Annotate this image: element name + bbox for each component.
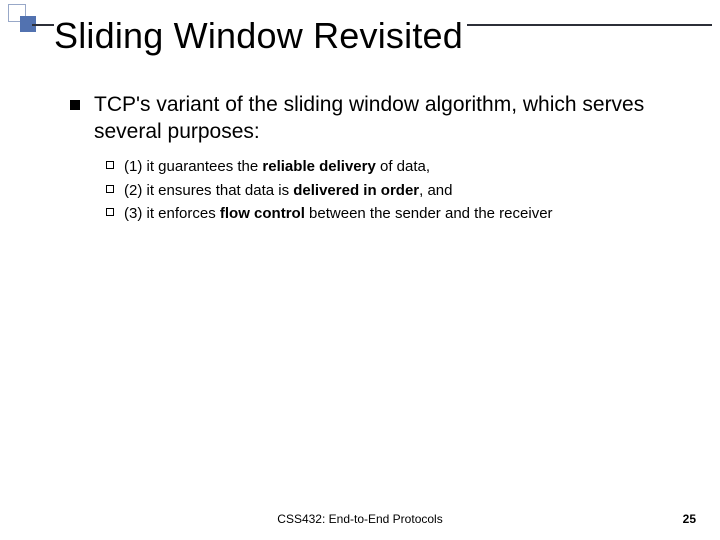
item-1: (1) it guarantees the reliable delivery … <box>124 156 680 178</box>
bullet-level1: TCP's variant of the sliding window algo… <box>70 92 680 146</box>
footer-text: CSS432: End-to-End Protocols <box>0 512 720 526</box>
item-3-post: between the sender and the receiver <box>305 205 553 222</box>
bullet-level2: (2) it ensures that data is delivered in… <box>106 180 680 202</box>
sub-bullets: (1) it guarantees the reliable delivery … <box>106 156 680 225</box>
hollow-square-bullet-icon <box>106 161 114 169</box>
item-2-bold: delivered in order <box>293 182 419 199</box>
hollow-square-bullet-icon <box>106 208 114 216</box>
lead-text: TCP's variant of the sliding window algo… <box>94 92 680 146</box>
item-1-post: of data, <box>376 158 430 175</box>
item-1-bold: reliable delivery <box>262 158 375 175</box>
item-2-pre: (2) it ensures that data is <box>124 182 293 199</box>
hollow-square-bullet-icon <box>106 185 114 193</box>
item-3-bold: flow control <box>220 205 305 222</box>
slide-title: Sliding Window Revisited <box>54 18 467 54</box>
item-2-post: , and <box>419 182 452 199</box>
item-2: (2) it ensures that data is delivered in… <box>124 180 680 202</box>
item-1-pre: (1) it guarantees the <box>124 158 262 175</box>
bullet-level2: (3) it enforces flow control between the… <box>106 203 680 225</box>
bullet-level2: (1) it guarantees the reliable delivery … <box>106 156 680 178</box>
item-3: (3) it enforces flow control between the… <box>124 203 680 225</box>
item-3-pre: (3) it enforces <box>124 205 220 222</box>
slide: Sliding Window Revisited TCP's variant o… <box>0 0 720 540</box>
slide-body: TCP's variant of the sliding window algo… <box>70 92 680 227</box>
square-bullet-icon <box>70 100 80 110</box>
page-number: 25 <box>683 512 696 526</box>
